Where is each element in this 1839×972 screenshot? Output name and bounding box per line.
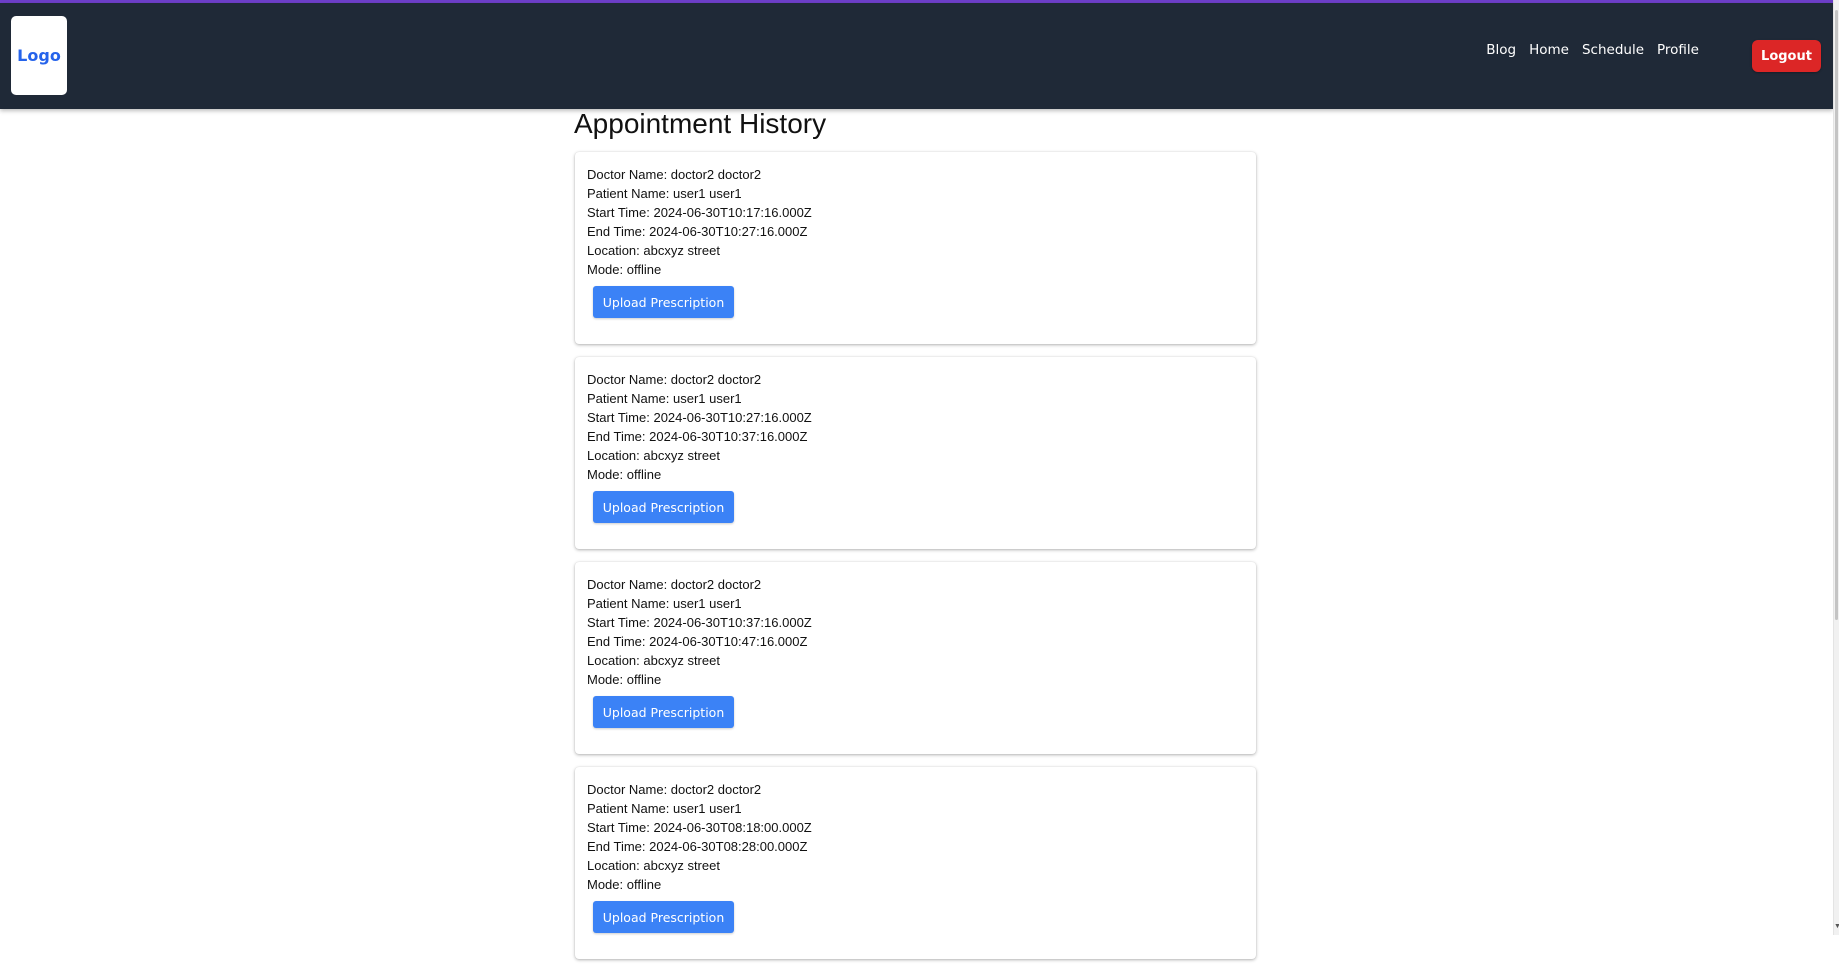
nav-link-home[interactable]: Home xyxy=(1529,42,1569,58)
patient-name: Patient Name: user1 user1 xyxy=(587,186,742,201)
appointment-card: Doctor Name: doctor2 doctor2 Patient Nam… xyxy=(575,357,1256,549)
patient-name: Patient Name: user1 user1 xyxy=(587,596,742,611)
upload-prescription-button[interactable]: Upload Prescription xyxy=(593,696,734,728)
upload-prescription-button[interactable]: Upload Prescription xyxy=(593,491,734,523)
navbar: Logo Blog Home Schedule Profile Logout xyxy=(0,3,1833,109)
upload-prescription-button[interactable]: Upload Prescription xyxy=(593,901,734,933)
end-time: End Time: 2024-06-30T08:28:00.000Z xyxy=(587,839,808,854)
nav-link-blog[interactable]: Blog xyxy=(1486,42,1516,58)
doctor-name: Doctor Name: doctor2 doctor2 xyxy=(587,372,762,387)
page-title: Appointment History xyxy=(574,108,827,139)
scroll-down-arrow-icon[interactable]: ▼ xyxy=(1834,923,1839,933)
nav-link-schedule[interactable]: Schedule xyxy=(1582,42,1644,58)
mode: Mode: offline xyxy=(587,262,662,277)
appointment-card: Doctor Name: doctor2 doctor2 Patient Nam… xyxy=(575,152,1256,344)
mode: Mode: offline xyxy=(587,877,662,892)
appointment-list: Doctor Name: doctor2 doctor2 Patient Nam… xyxy=(575,152,1256,972)
upload-prescription-button[interactable]: Upload Prescription xyxy=(593,286,734,318)
location: Location: abcxyz street xyxy=(587,653,720,668)
start-time: Start Time: 2024-06-30T08:18:00.000Z xyxy=(587,820,812,835)
appointment-card: Doctor Name: doctor2 doctor2 Patient Nam… xyxy=(575,767,1256,959)
doctor-name: Doctor Name: doctor2 doctor2 xyxy=(587,167,762,182)
nav-link-profile[interactable]: Profile xyxy=(1657,42,1699,58)
scrollbar-thumb[interactable] xyxy=(1835,10,1838,620)
location: Location: abcxyz street xyxy=(587,858,720,873)
end-time: End Time: 2024-06-30T10:27:16.000Z xyxy=(587,224,808,239)
patient-name: Patient Name: user1 user1 xyxy=(587,391,742,406)
mode: Mode: offline xyxy=(587,672,662,687)
location: Location: abcxyz street xyxy=(587,243,720,258)
start-time: Start Time: 2024-06-30T10:37:16.000Z xyxy=(587,615,812,630)
end-time: End Time: 2024-06-30T10:47:16.000Z xyxy=(587,634,808,649)
mode: Mode: offline xyxy=(587,467,662,482)
doctor-name: Doctor Name: doctor2 doctor2 xyxy=(587,782,762,797)
vertical-scrollbar[interactable]: ▼ xyxy=(1833,0,1839,935)
doctor-name: Doctor Name: doctor2 doctor2 xyxy=(587,577,762,592)
start-time: Start Time: 2024-06-30T10:27:16.000Z xyxy=(587,410,812,425)
logout-button[interactable]: Logout xyxy=(1752,40,1821,72)
nav-links: Blog Home Schedule Profile xyxy=(1486,3,1712,109)
patient-name: Patient Name: user1 user1 xyxy=(587,801,742,816)
start-time: Start Time: 2024-06-30T10:17:16.000Z xyxy=(587,205,812,220)
appointment-card: Doctor Name: doctor2 doctor2 Patient Nam… xyxy=(575,562,1256,754)
end-time: End Time: 2024-06-30T10:37:16.000Z xyxy=(587,429,808,444)
location: Location: abcxyz street xyxy=(587,448,720,463)
logo[interactable]: Logo xyxy=(11,16,67,95)
